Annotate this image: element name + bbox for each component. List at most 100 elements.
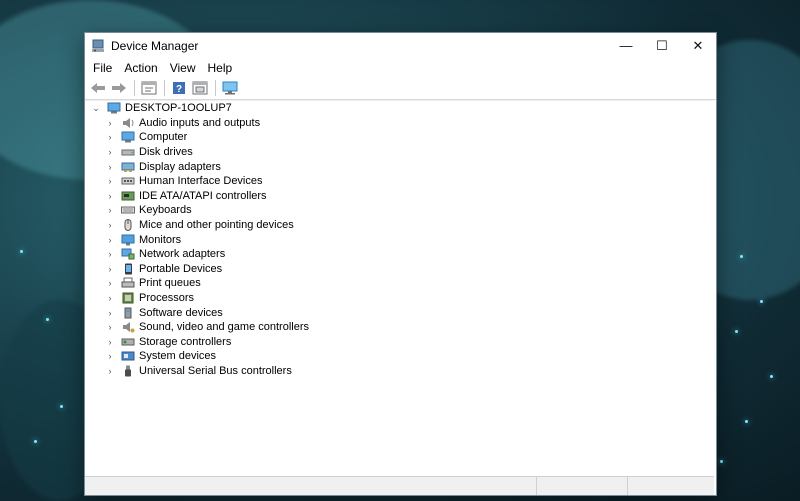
disk-drive-icon — [121, 146, 135, 158]
tree-item-processor[interactable]: › Processors — [85, 291, 714, 306]
hid-icon — [121, 175, 135, 187]
forward-icon[interactable] — [109, 79, 129, 97]
tree-item-keyboard[interactable]: › Keyboards — [85, 203, 714, 218]
expand-chevron-icon[interactable]: › — [105, 162, 115, 172]
tree-item-label: Storage controllers — [139, 335, 232, 348]
tree-item-label: Network adapters — [139, 248, 226, 261]
expand-chevron-icon[interactable]: › — [105, 366, 115, 376]
tree-item-mouse[interactable]: › Mice and other pointing devices — [85, 218, 714, 233]
tree-root-node[interactable]: ⌄ DESKTOP-1OOLUP7 — [85, 101, 714, 116]
tree-item-software-device[interactable]: › Software devices — [85, 305, 714, 320]
menu-view[interactable]: View — [164, 61, 202, 75]
toolbar-separator — [164, 80, 165, 96]
computer-icon — [107, 102, 121, 114]
tree-item-sound-controller[interactable]: › Sound, video and game controllers — [85, 320, 714, 335]
printer-icon — [121, 277, 135, 289]
sound-controller-icon — [121, 321, 135, 333]
tree-item-label: Human Interface Devices — [139, 175, 263, 188]
computer-icon — [121, 131, 135, 143]
device-manager-window: Device Manager — ☐ ✕ File Action View He… — [84, 32, 717, 496]
menu-file[interactable]: File — [87, 61, 118, 75]
maximize-button[interactable]: ☐ — [644, 33, 680, 58]
tree-item-label: Monitors — [139, 233, 182, 246]
tree-item-label: Audio inputs and outputs — [139, 116, 261, 129]
expand-chevron-icon[interactable]: › — [105, 191, 115, 201]
processor-icon — [121, 292, 135, 304]
monitor-icon — [121, 234, 135, 246]
expand-chevron-icon[interactable]: › — [105, 147, 115, 157]
toolbar: ? — [85, 77, 716, 100]
tree-item-monitor[interactable]: › Monitors — [85, 232, 714, 247]
window-title: Device Manager — [111, 38, 199, 53]
tree-item-system-device[interactable]: › System devices — [85, 349, 714, 364]
ide-controller-icon — [121, 190, 135, 202]
tree-item-disk-drive[interactable]: › Disk drives — [85, 145, 714, 160]
status-bar — [85, 476, 714, 495]
expand-chevron-icon[interactable]: › — [105, 322, 115, 332]
expand-chevron-icon[interactable]: › — [105, 308, 115, 318]
menu-help[interactable]: Help — [202, 61, 239, 75]
scan-hardware-icon[interactable] — [220, 79, 240, 97]
tree-item-label: Mice and other pointing devices — [139, 219, 294, 232]
expand-chevron-icon[interactable]: › — [105, 293, 115, 303]
portable-device-icon — [121, 263, 135, 275]
toolbar-separator — [215, 80, 216, 96]
computer-name: DESKTOP-1OOLUP7 — [125, 102, 232, 115]
keyboard-icon — [121, 204, 135, 216]
tree-item-label: Sound, video and game controllers — [139, 321, 309, 334]
expand-chevron-icon[interactable]: › — [105, 264, 115, 274]
expand-chevron-icon[interactable]: › — [105, 278, 115, 288]
tree-item-label: Print queues — [139, 277, 201, 290]
expand-chevron-icon[interactable]: › — [105, 220, 115, 230]
tree-item-label: Processors — [139, 292, 195, 305]
tree-item-storage-controller[interactable]: › Storage controllers — [85, 335, 714, 350]
status-cell-3 — [628, 477, 714, 495]
tree-item-computer[interactable]: › Computer — [85, 130, 714, 145]
tree-item-display-adapter[interactable]: › Display adapters — [85, 159, 714, 174]
speaker-icon — [121, 117, 135, 129]
expand-chevron-icon[interactable]: › — [105, 337, 115, 347]
close-button[interactable]: ✕ — [680, 33, 716, 58]
expand-chevron-icon[interactable]: › — [105, 176, 115, 186]
tree-item-label: Disk drives — [139, 146, 193, 159]
tree-item-label: Keyboards — [139, 204, 192, 217]
display-adapter-icon — [121, 161, 135, 173]
expand-chevron-icon[interactable]: › — [105, 132, 115, 142]
tree-item-printer[interactable]: › Print queues — [85, 276, 714, 291]
storage-controller-icon — [121, 336, 135, 348]
menu-action[interactable]: Action — [118, 61, 163, 75]
minimize-button[interactable]: — — [608, 33, 644, 58]
tree-item-network-adapter[interactable]: › Network adapters — [85, 247, 714, 262]
help-icon[interactable]: ? — [169, 79, 189, 97]
network-adapter-icon — [121, 248, 135, 260]
title-bar[interactable]: Device Manager — ☐ ✕ — [85, 33, 716, 58]
collapse-chevron-icon[interactable]: ⌄ — [91, 103, 101, 114]
tree-item-label: IDE ATA/ATAPI controllers — [139, 189, 267, 202]
status-cell-main — [85, 477, 538, 495]
tree-item-usb[interactable]: › Universal Serial Bus controllers — [85, 364, 714, 379]
tree-item-label: Software devices — [139, 306, 223, 319]
update-driver-icon[interactable] — [190, 79, 210, 97]
tree-item-ide-controller[interactable]: › IDE ATA/ATAPI controllers — [85, 189, 714, 204]
tree-item-label: Display adapters — [139, 160, 221, 173]
system-device-icon — [121, 350, 135, 362]
toolbar-separator — [134, 80, 135, 96]
expand-chevron-icon[interactable]: › — [105, 249, 115, 259]
tree-item-label: Computer — [139, 131, 188, 144]
tree-item-label: Universal Serial Bus controllers — [139, 364, 292, 377]
tree-item-speaker[interactable]: › Audio inputs and outputs — [85, 116, 714, 131]
tree-item-label: System devices — [139, 350, 217, 363]
tree-item-hid[interactable]: › Human Interface Devices — [85, 174, 714, 189]
device-tree[interactable]: ⌄ DESKTOP-1OOLUP7 › Audio inputs and outp… — [85, 100, 714, 477]
menu-bar: File Action View Help — [85, 58, 716, 77]
software-device-icon — [121, 307, 135, 319]
tree-item-label: Portable Devices — [139, 262, 223, 275]
expand-chevron-icon[interactable]: › — [105, 351, 115, 361]
expand-chevron-icon[interactable]: › — [105, 205, 115, 215]
expand-chevron-icon[interactable]: › — [105, 118, 115, 128]
tree-item-portable-device[interactable]: › Portable Devices — [85, 262, 714, 277]
properties-icon[interactable] — [139, 79, 159, 97]
back-icon[interactable] — [88, 79, 108, 97]
svg-text:?: ? — [176, 84, 182, 95]
expand-chevron-icon[interactable]: › — [105, 235, 115, 245]
